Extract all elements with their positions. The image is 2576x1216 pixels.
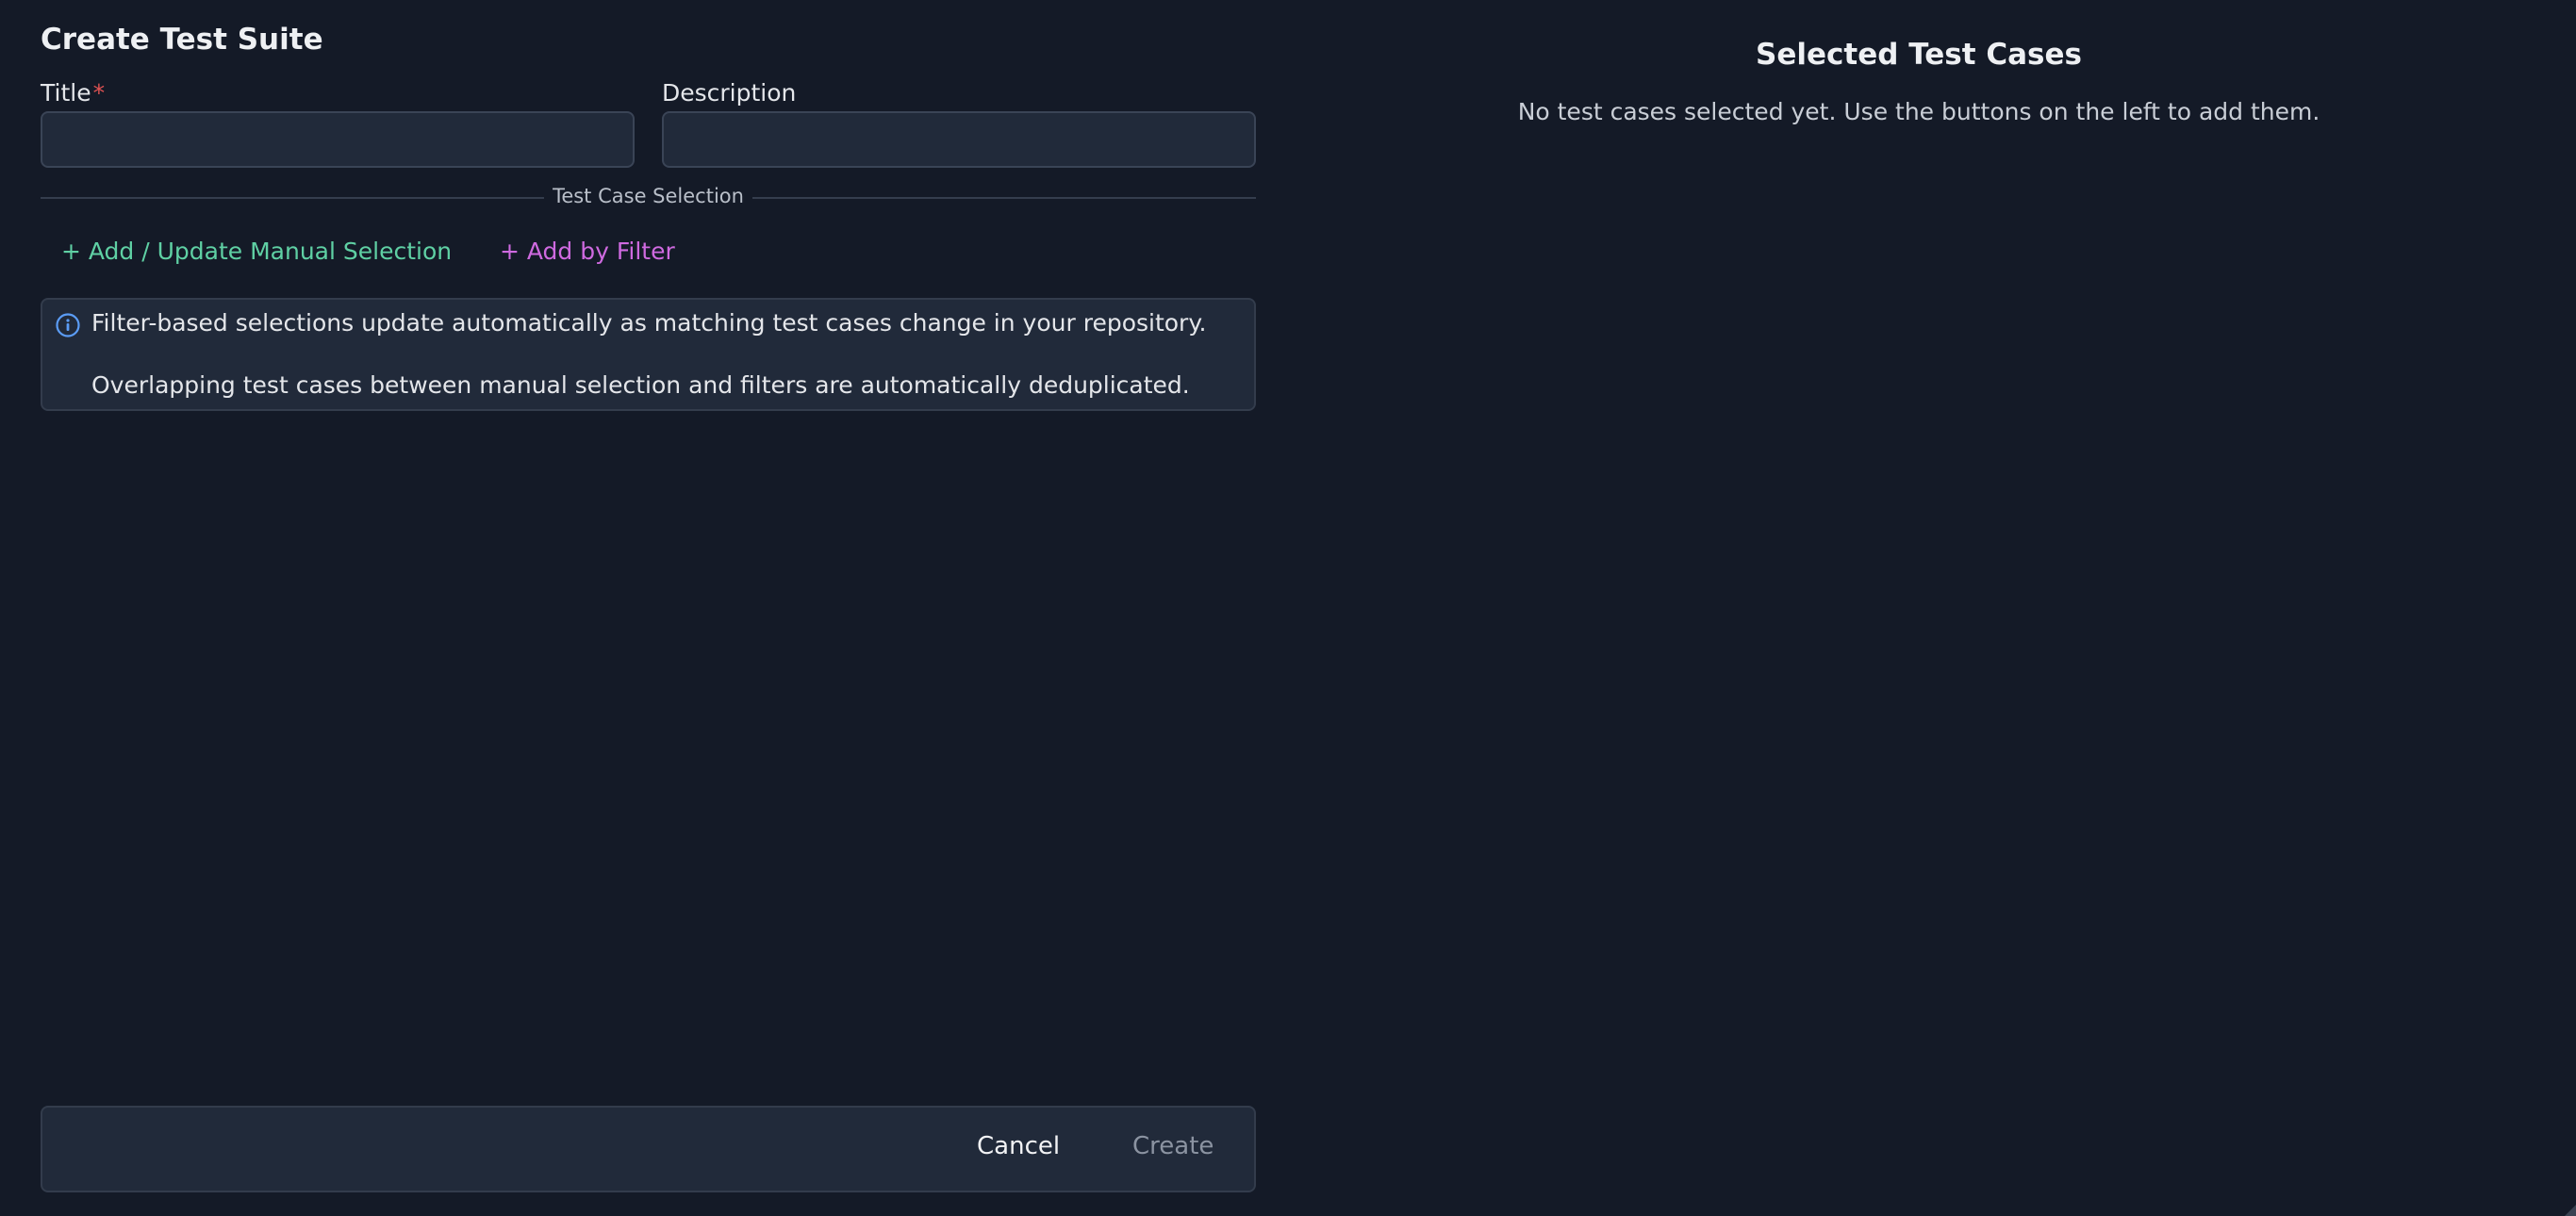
resize-corner-icon xyxy=(2565,1205,2576,1216)
test-case-selection-label: Test Case Selection xyxy=(544,185,752,207)
section-divider-label: Test Case Selection xyxy=(41,185,1256,207)
required-marker: * xyxy=(92,79,106,107)
add-manual-selection-button[interactable]: + Add / Update Manual Selection xyxy=(61,238,452,265)
empty-state-message: No test cases selected yet. Use the butt… xyxy=(1517,98,2320,125)
title-label: Title* xyxy=(41,79,105,107)
title-input[interactable] xyxy=(41,111,635,168)
info-text-filter-updates: Filter-based selections update automatic… xyxy=(91,309,1207,337)
description-label: Description xyxy=(662,79,797,107)
form-panel: Create Test Suite Title* Description Tes… xyxy=(41,0,1256,1216)
title-label-text: Title xyxy=(41,79,91,107)
section-divider xyxy=(41,197,1256,199)
description-input[interactable] xyxy=(662,111,1256,168)
info-circle-icon xyxy=(56,313,80,337)
dialog-title: Create Test Suite xyxy=(41,23,323,57)
add-by-filter-button[interactable]: + Add by Filter xyxy=(500,238,675,265)
cancel-button[interactable]: Cancel xyxy=(977,1132,1060,1160)
selected-test-cases-panel: Selected Test Cases No test cases select… xyxy=(1320,0,2518,1216)
create-test-suite-dialog: Create Test Suite Title* Description Tes… xyxy=(0,0,2576,1216)
create-button[interactable]: Create xyxy=(1132,1132,1214,1160)
dialog-footer: Cancel Create xyxy=(41,1106,1256,1192)
selected-test-cases-title: Selected Test Cases xyxy=(1756,38,2082,72)
info-text-deduplication: Overlapping test cases between manual se… xyxy=(91,371,1190,399)
info-callout: Filter-based selections update automatic… xyxy=(41,298,1256,411)
